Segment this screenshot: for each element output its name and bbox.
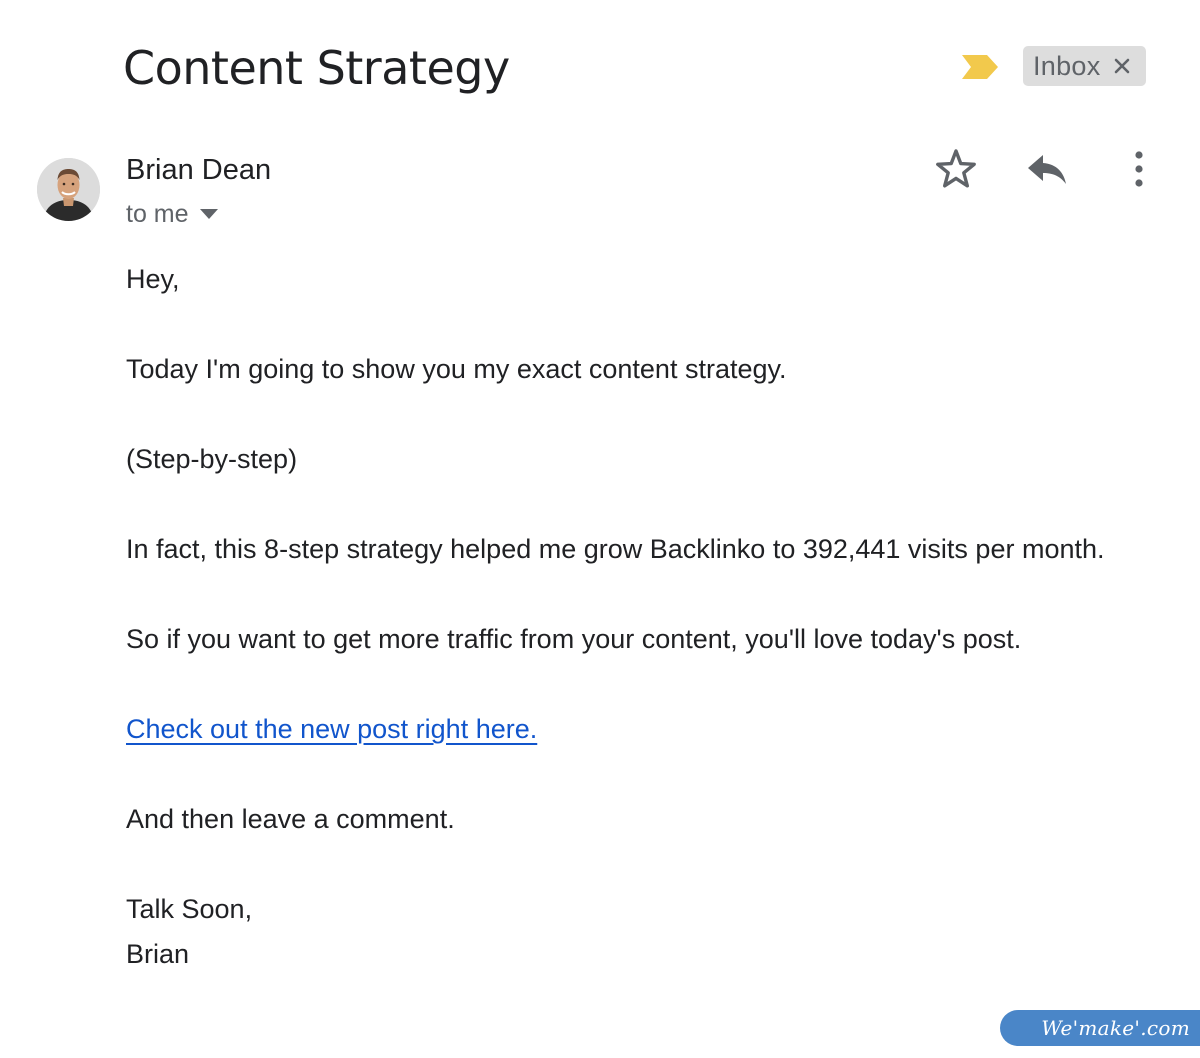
sender-avatar[interactable] <box>37 158 100 221</box>
signoff: Talk Soon, <box>126 894 253 924</box>
recipient-details-toggle[interactable]: to me <box>126 198 219 230</box>
importance-marker-icon[interactable] <box>960 53 1000 81</box>
email-subject: Content Strategy <box>123 41 510 95</box>
inbox-label-text: Inbox <box>1033 50 1101 81</box>
signature: Brian <box>126 939 190 969</box>
greeting: Hey, <box>126 264 180 294</box>
sender-name[interactable]: Brian Dean <box>126 152 271 188</box>
body-paragraph: And then leave a comment. <box>126 804 455 834</box>
caret-down-icon <box>199 209 218 219</box>
watermark-badge: We'make'.com <box>1000 1010 1200 1046</box>
reply-icon[interactable] <box>1025 151 1069 187</box>
inbox-label-chip[interactable]: Inbox <box>1023 46 1146 86</box>
post-link-paragraph: Check out the new post right here. <box>126 707 1146 752</box>
email-body: Hey, Today I'm going to show you my exac… <box>126 257 1146 977</box>
body-paragraph: So if you want to get more traffic from … <box>126 624 1022 654</box>
person-icon <box>37 158 100 221</box>
close-icon[interactable] <box>1113 57 1131 75</box>
body-paragraph: In fact, this 8-step strategy helped me … <box>126 534 1105 564</box>
body-paragraph: Today I'm going to show you my exact con… <box>126 354 787 384</box>
watermark-text: We'make'.com <box>1041 1016 1190 1040</box>
body-paragraph: (Step-by-step) <box>126 444 298 474</box>
recipient-text: to me <box>126 200 189 228</box>
more-vert-icon[interactable] <box>1128 150 1150 188</box>
star-icon[interactable] <box>934 147 978 191</box>
post-link[interactable]: Check out the new post right here. <box>126 714 537 744</box>
